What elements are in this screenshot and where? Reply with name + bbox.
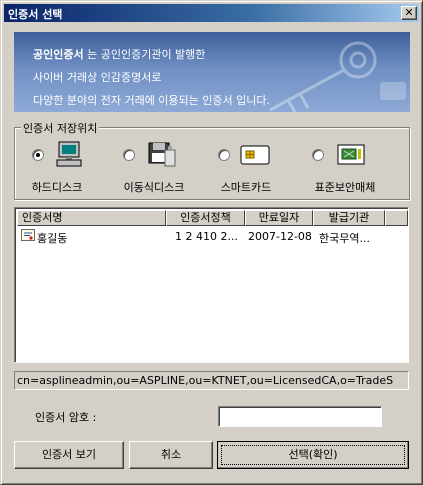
computer-icon[interactable] bbox=[55, 140, 85, 168]
certificate-icon bbox=[21, 229, 35, 241]
info-banner: 공인인증서 는 공인인증기관이 발행한 사이버 거래상 인감증명서로 다양한 분… bbox=[14, 32, 410, 112]
smart-card-icon[interactable] bbox=[240, 140, 270, 168]
radio-security-token[interactable] bbox=[312, 149, 324, 161]
banner-line-3: 다양한 분야의 전자 거래에 이용되는 인증서 입니다. bbox=[33, 94, 270, 107]
banner-line-1: 공인인증서 는 공인인증기관이 발행한 bbox=[33, 48, 206, 61]
cert-expiry-cell: 2007-12-08 bbox=[248, 230, 312, 243]
storage-location-group: 인증서 저장위치 하드디스크 이동식디스크 스마트카드 표준보안매체 bbox=[14, 120, 410, 200]
storage-location-legend: 인증서 저장위치 bbox=[21, 120, 100, 136]
title-bar[interactable]: 인증서 선택 ✕ bbox=[4, 4, 419, 22]
security-token-icon[interactable] bbox=[336, 140, 366, 168]
cert-policy-cell: 1 2 410 2... bbox=[175, 230, 238, 243]
table-row[interactable]: 홍길동 1 2 410 2... 2007-12-08 한국무역... bbox=[17, 228, 408, 245]
subject-dn-field: cn=asplineadmin,ou=ASPLINE,ou=KTNET,ou=L… bbox=[14, 371, 409, 390]
close-button[interactable]: ✕ bbox=[401, 6, 417, 20]
column-header-name[interactable]: 인증서명 bbox=[17, 210, 166, 226]
close-icon: ✕ bbox=[404, 6, 414, 19]
select-confirm-button[interactable]: 선택(확인) bbox=[217, 441, 409, 469]
cert-issuer-cell: 한국무역... bbox=[319, 232, 370, 245]
column-header-policy[interactable]: 인증서정책 bbox=[166, 210, 245, 226]
certificate-list[interactable]: 인증서명 인증서정책 만료일자 발급기관 홍길동 1 2 410 2... 20… bbox=[14, 207, 409, 363]
radio-removable-disk[interactable] bbox=[123, 149, 135, 161]
cancel-button[interactable]: 취소 bbox=[129, 441, 213, 469]
password-input[interactable] bbox=[218, 406, 382, 427]
view-certificate-button[interactable]: 인증서 보기 bbox=[14, 441, 124, 469]
storage-label-smart-card[interactable]: 스마트카드 bbox=[211, 179, 281, 195]
storage-label-hard-disk[interactable]: 하드디스크 bbox=[27, 179, 87, 195]
banner-line-2: 사이버 거래상 인감증명서로 bbox=[33, 71, 162, 84]
column-header-issuer[interactable]: 발급기관 bbox=[313, 210, 385, 226]
storage-label-security-token[interactable]: 표준보안매체 bbox=[303, 179, 387, 195]
column-header-filler bbox=[385, 210, 408, 226]
cert-name-cell: 홍길동 bbox=[37, 232, 68, 245]
password-label: 인증서 암호 : bbox=[35, 411, 97, 424]
storage-label-removable-disk[interactable]: 이동식디스크 bbox=[115, 179, 193, 195]
radio-smart-card[interactable] bbox=[218, 149, 230, 161]
certificate-select-dialog: 인증서 선택 ✕ 공인인증서 는 공인인증기관이 발행한 사이버 거래상 인감증… bbox=[0, 0, 423, 485]
window-title: 인증서 선택 bbox=[8, 8, 63, 21]
column-header-expiry[interactable]: 만료일자 bbox=[245, 210, 313, 226]
floppy-disk-icon[interactable] bbox=[147, 140, 177, 168]
radio-hard-disk[interactable] bbox=[32, 149, 44, 161]
certificate-list-header: 인증서명 인증서정책 만료일자 발급기관 bbox=[17, 210, 408, 226]
